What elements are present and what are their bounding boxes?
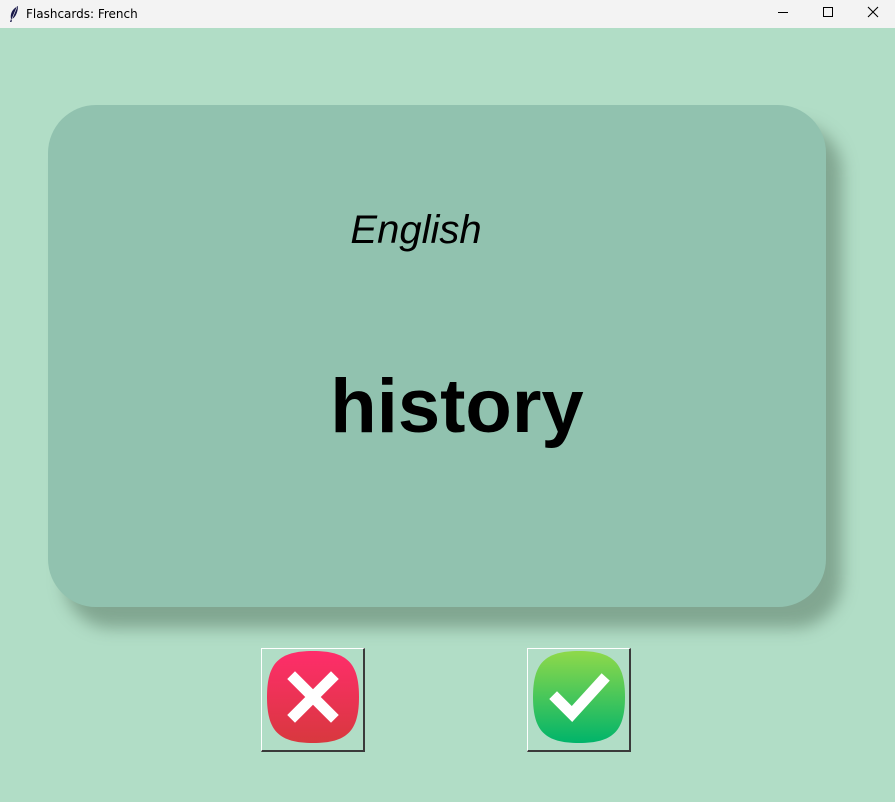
close-icon — [867, 5, 879, 23]
right-button[interactable] — [527, 648, 631, 752]
wrong-button[interactable] — [261, 648, 365, 752]
app-window: Flashcards: French English history — [0, 0, 895, 802]
minimize-button[interactable] — [760, 0, 805, 28]
flashcard — [48, 105, 826, 607]
close-button[interactable] — [850, 0, 895, 28]
window-controls — [760, 0, 895, 28]
title-bar[interactable]: Flashcards: French — [0, 0, 895, 28]
card-language-label: English — [350, 208, 482, 252]
feather-icon — [7, 6, 21, 22]
maximize-icon — [822, 5, 834, 23]
minimize-icon — [777, 5, 789, 23]
window-title: Flashcards: French — [26, 7, 138, 21]
maximize-button[interactable] — [805, 0, 850, 28]
cross-icon — [265, 649, 361, 750]
card-word: history — [330, 364, 584, 449]
checkmark-icon — [531, 649, 627, 750]
